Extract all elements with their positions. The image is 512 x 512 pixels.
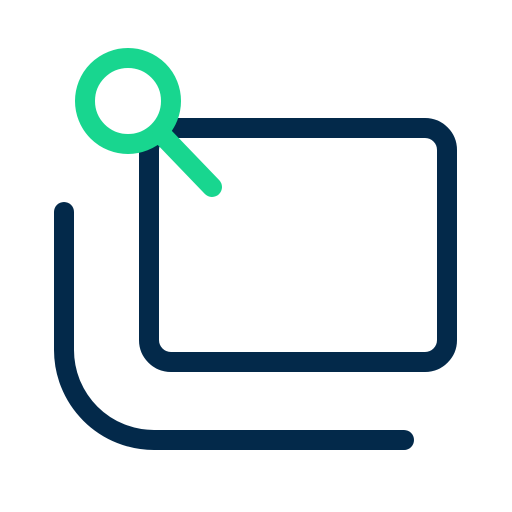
- search-windows-icon: [54, 48, 457, 450]
- icon-canvas: [0, 0, 512, 512]
- back-window-corner: [54, 202, 414, 450]
- magnifier-handle: [152, 125, 222, 197]
